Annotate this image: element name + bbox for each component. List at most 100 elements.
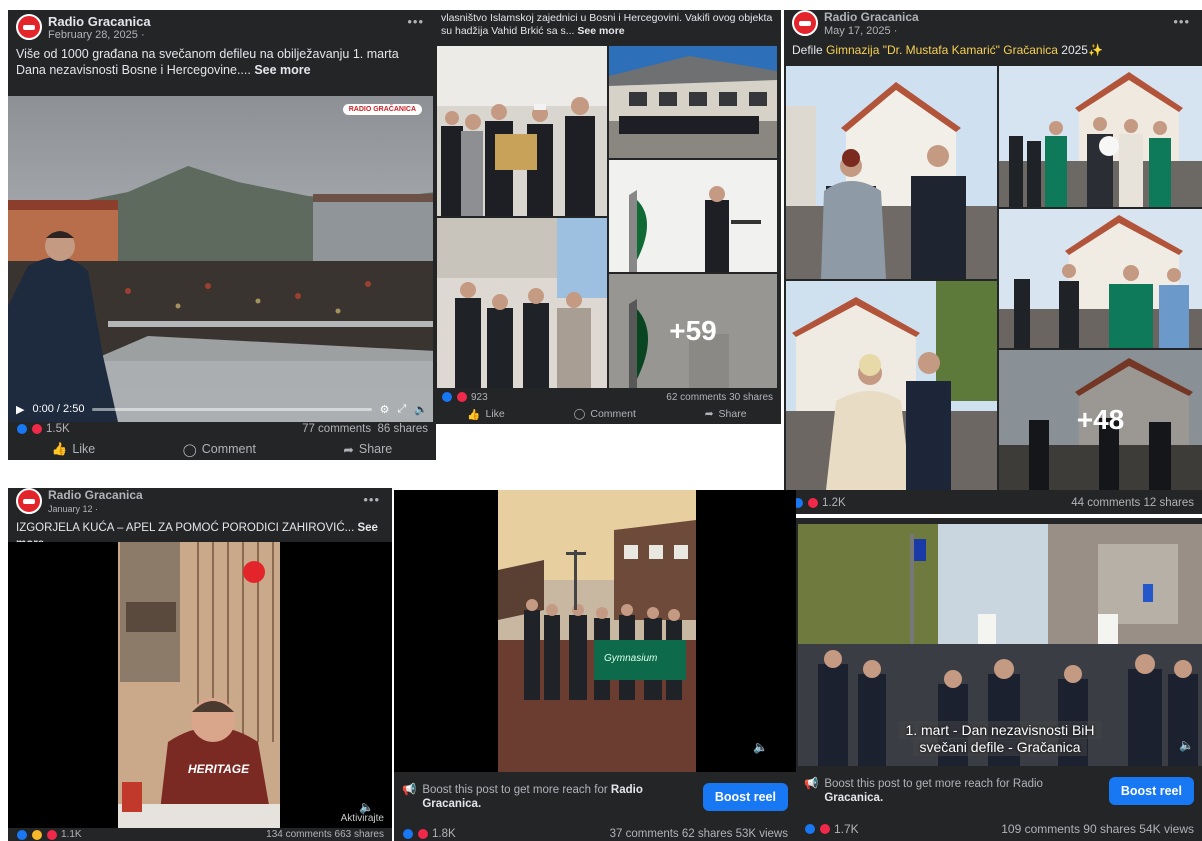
share-icon: ➦ <box>343 442 354 457</box>
more-options-icon[interactable]: ••• <box>363 492 380 507</box>
post-card-vakuf-photos: vlasništvo Islamskoj zajednici u Bosni i… <box>433 10 781 424</box>
more-options-icon[interactable]: ••• <box>1173 14 1190 29</box>
comments-shares-views[interactable]: 109 comments 90 shares 54K views <box>1001 822 1194 836</box>
volume-icon[interactable]: 🔈 <box>414 403 428 416</box>
post-reel[interactable]: Gymnasium 🔈 <box>394 490 796 772</box>
comments-shares[interactable]: 44 comments 12 shares <box>1071 497 1194 509</box>
share-button[interactable]: ➦ Share <box>705 408 747 420</box>
post-text: Defile Gimnazija "Dr. Mustafa Kamarić" G… <box>792 43 1103 57</box>
photo-5[interactable]: +48 <box>999 350 1202 490</box>
photo-illustration <box>786 66 997 279</box>
photo-4[interactable] <box>609 160 777 272</box>
post-actions: 👍 Like ◯ Comment ➦ Share <box>8 438 436 460</box>
photo-3[interactable] <box>437 218 607 388</box>
post-video[interactable]: RADIO GRAČANICA ▶ 0:00 / 2:50 ⚙ ⤢ 🔈 <box>8 96 436 422</box>
reaction-summary[interactable]: 1.2K <box>792 497 846 509</box>
post-video[interactable]: HERITAGE Aktivirajte 🔈 <box>8 542 392 828</box>
boost-bar: 📢 Boost this post to get more reach for … <box>394 774 796 820</box>
photo-illustration <box>999 209 1202 348</box>
megaphone-icon: 📢 <box>804 778 819 790</box>
photo-1[interactable] <box>786 66 997 279</box>
photo-1[interactable] <box>437 46 607 216</box>
page-name[interactable]: Radio Gracanica <box>824 10 919 25</box>
love-reaction-icon <box>46 828 58 841</box>
boost-reel-button[interactable]: Boost reel <box>702 783 788 811</box>
comment-icon: ◯ <box>182 442 197 457</box>
page-name[interactable]: Radio Gracanica <box>48 488 143 503</box>
more-photos-overlay[interactable]: +59 <box>609 274 777 388</box>
post-text: Više od 1000 građana na svečanom defileu… <box>16 47 399 77</box>
comment-button[interactable]: ◯ Comment <box>183 442 256 457</box>
post-reel[interactable]: 1. mart - Dan nezavisnosti BiH svečani d… <box>798 524 1202 766</box>
volume-icon[interactable]: 🔈 <box>753 740 768 754</box>
volume-icon[interactable]: 🔈 <box>1179 738 1194 752</box>
post-card-gimnazija-defile: Radio Gracanica May 17, 2025 · ••• Defil… <box>784 10 1202 514</box>
heritage-shirt-text: HERITAGE <box>188 762 250 776</box>
comments-shares[interactable]: 77 comments 86 shares <box>302 423 428 435</box>
post-text: vlasništvo Islamskoj zajednici u Bosni i… <box>441 12 773 37</box>
like-button[interactable]: 👍 Like <box>52 442 96 457</box>
video-progress-bar[interactable] <box>92 407 372 411</box>
love-reaction-icon <box>417 827 429 840</box>
like-reaction-icon <box>16 828 28 841</box>
photo-illustration <box>786 281 997 490</box>
play-icon[interactable]: ▶ <box>16 403 24 416</box>
post-date[interactable]: February 28, 2025 · <box>48 29 151 42</box>
post-stats: 1.5K 77 comments 86 shares <box>8 420 436 438</box>
post-header: Radio Gracanica January 12 · <box>8 488 392 520</box>
share-icon: ➦ <box>704 408 714 420</box>
page-name[interactable]: Radio Gracanica <box>48 14 151 29</box>
fullscreen-icon[interactable]: ⤢ <box>397 403 406 416</box>
photo-illustration <box>437 46 607 216</box>
post-actions: 👍 Like ◯ Comment ➦ Share <box>433 406 781 422</box>
photo-illustration <box>437 218 607 388</box>
see-more-link[interactable]: See more <box>254 63 310 77</box>
page-avatar[interactable] <box>16 14 42 40</box>
post-date[interactable]: January 12 · <box>48 503 143 516</box>
share-button[interactable]: ➦ Share <box>343 442 392 457</box>
like-reaction-icon <box>804 823 816 835</box>
more-photos-overlay[interactable]: +48 <box>999 350 1202 490</box>
photo-3[interactable] <box>999 209 1202 348</box>
post-card-defile-reel: Gymnasium 🔈 📢 Boost this post to get mor… <box>394 490 796 841</box>
post-stats: 1.2K 44 comments 12 shares <box>784 494 1202 512</box>
comment-button[interactable]: ◯ Comment <box>574 408 636 420</box>
comments-shares-views[interactable]: 37 comments 62 shares 53K views <box>610 828 788 840</box>
reaction-summary[interactable]: 1.1K <box>16 828 82 841</box>
comments-shares[interactable]: 134 comments 663 shares <box>266 829 384 840</box>
photo-2[interactable] <box>609 46 777 158</box>
photo-5[interactable]: +59 <box>609 274 777 388</box>
reaction-summary[interactable]: 1.8K <box>402 827 456 840</box>
boost-reel-button[interactable]: Boost reel <box>1108 777 1194 805</box>
post-stats: 1.1K 134 comments 663 shares <box>8 828 392 841</box>
photo-2[interactable] <box>999 66 1202 207</box>
thumbs-up-icon: 👍 <box>467 408 481 421</box>
settings-icon[interactable]: ⚙ <box>380 403 390 416</box>
reaction-summary[interactable]: 923 <box>441 391 488 403</box>
page-avatar[interactable] <box>792 10 818 36</box>
comments-shares[interactable]: 62 comments 30 shares <box>666 392 773 403</box>
love-reaction-icon <box>456 391 468 403</box>
more-options-icon[interactable]: ••• <box>407 14 424 29</box>
page-avatar[interactable] <box>16 488 42 514</box>
photo-illustration <box>999 66 1202 207</box>
reaction-summary[interactable]: 1.7K <box>804 822 859 836</box>
radio-watermark: RADIO GRAČANICA <box>342 104 422 115</box>
love-reaction-icon <box>31 423 43 435</box>
see-more-link[interactable]: See more <box>577 25 624 37</box>
love-reaction-icon <box>819 823 831 835</box>
like-reaction-icon <box>16 423 28 435</box>
photo-illustration <box>609 160 777 272</box>
comment-icon: ◯ <box>573 408 586 420</box>
like-button[interactable]: 👍 Like <box>467 408 504 421</box>
photo-4[interactable] <box>786 281 997 490</box>
video-controls: ▶ 0:00 / 2:50 ⚙ ⤢ 🔈 <box>8 398 436 420</box>
gimnazija-link[interactable]: Gimnazija "Dr. Mustafa Kamarić" Gračanic… <box>826 43 1058 57</box>
video-time: 0:00 / 2:50 <box>32 403 85 415</box>
post-header: Radio Gracanica May 17, 2025 · <box>784 10 1202 42</box>
post-card-nezavisnost-reel: 1. mart - Dan nezavisnosti BiH svečani d… <box>796 518 1202 841</box>
reaction-summary[interactable]: 1.5K <box>16 423 70 435</box>
volume-icon[interactable]: 🔈 <box>359 800 374 814</box>
post-date[interactable]: May 17, 2025 · <box>824 25 919 38</box>
photo-illustration <box>609 46 777 158</box>
